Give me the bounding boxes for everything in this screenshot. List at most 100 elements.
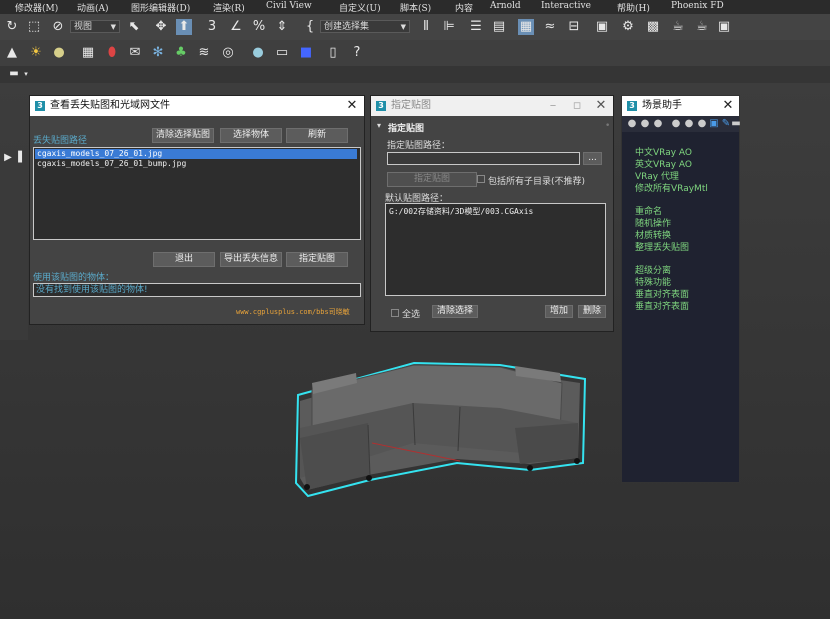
exit-button[interactable]: 退出: [153, 252, 215, 267]
assign-map-button[interactable]: 指定贴图: [387, 172, 477, 187]
frame-buffer-icon[interactable]: ▯: [325, 45, 341, 61]
selection-set-dropdown[interactable]: 创建选择集 ▼: [320, 20, 410, 33]
assign-map-dialog: 3 指定贴图 – ▫ ✕ ▾ 指定贴图 • 指定贴图路径： ... 指定贴图 包…: [370, 95, 614, 332]
maximize-icon[interactable]: ▫: [569, 96, 585, 116]
select-all-label: 全选: [402, 310, 421, 320]
helper-item[interactable]: 整理丢失贴图: [635, 240, 689, 253]
menu-item[interactable]: Phoenix FD: [671, 1, 724, 11]
menu-bar: 修改器(M) 动画(A) 图形编辑器(D) 渲染(R) Civil View 自…: [0, 0, 830, 14]
scene-explorer-icon[interactable]: ▤: [491, 19, 507, 35]
add-button[interactable]: 增加: [545, 305, 573, 318]
menu-item[interactable]: Arnold: [490, 1, 521, 11]
select-object-icon[interactable]: ⬉: [126, 19, 142, 35]
flake-icon[interactable]: ✻: [150, 45, 166, 61]
capsule-icon[interactable]: ⬮: [104, 45, 120, 61]
render-icon[interactable]: ☕: [670, 19, 686, 35]
layer-explorer-icon[interactable]: ☰: [468, 19, 484, 35]
helper-item[interactable]: 修改所有VRayMtl: [635, 181, 708, 194]
menu-item[interactable]: 帮助(H): [617, 1, 650, 14]
select-link-icon[interactable]: ⬚: [26, 19, 42, 35]
align-icon[interactable]: ⊫: [441, 19, 457, 35]
render-iterative-icon[interactable]: ☕: [694, 19, 710, 35]
render-setup-icon[interactable]: ⚙: [620, 19, 636, 35]
collapse-icon[interactable]: ▾: [377, 121, 381, 130]
scene-helper-titlebar[interactable]: 3 场景助手 ✕: [622, 96, 739, 116]
missing-dialog-titlebar[interactable]: 3 查看丢失贴图和光域网文件 ✕: [30, 96, 364, 116]
bind-spacewarp-icon[interactable]: ⊘: [50, 19, 66, 35]
secondary-toolbar: ▲ ☀ ● ▦ ⬮ ✉ ✻ ♣ ≋ ◎ ● ▭ ■ ▯ ?: [0, 40, 830, 66]
move-icon[interactable]: ✥: [153, 19, 169, 35]
refresh-button[interactable]: 刷新: [286, 128, 348, 143]
rollout-title[interactable]: 指定贴图: [388, 121, 424, 134]
select-rotate-icon[interactable]: ⬆: [176, 19, 192, 35]
menu-item[interactable]: 自定义(U): [339, 1, 381, 14]
envelope-icon[interactable]: ✉: [127, 45, 143, 61]
camera-icon[interactable]: ▭: [274, 45, 290, 61]
menu-item[interactable]: 渲染(R): [213, 1, 245, 14]
export-missing-info-button[interactable]: 导出丢失信息: [220, 252, 282, 267]
grid-icon[interactable]: ▦: [80, 45, 96, 61]
circle-icon[interactable]: ●: [650, 116, 666, 132]
teapot-icon[interactable]: ■: [298, 45, 314, 61]
undo-icon[interactable]: ↻: [4, 19, 20, 35]
help-icon[interactable]: ?: [349, 45, 365, 61]
view-dropdown[interactable]: 视图 ▼: [70, 20, 120, 33]
assign-path-input[interactable]: [387, 152, 580, 165]
list-item[interactable]: cgaxis_models_07_26_01_bump.jpg: [37, 159, 186, 169]
menu-item[interactable]: 内容: [455, 1, 473, 14]
sun-icon[interactable]: ☀: [28, 45, 44, 61]
rendered-frame-icon[interactable]: ▩: [645, 19, 661, 35]
fur-icon[interactable]: ≋: [196, 45, 212, 61]
mirror-icon[interactable]: ⫴: [418, 19, 434, 35]
close-icon[interactable]: ✕: [720, 96, 736, 116]
missing-files-list[interactable]: cgaxis_models_07_26_01.jpg cgaxis_models…: [33, 147, 361, 240]
chevron-down-icon[interactable]: ▾: [18, 66, 34, 82]
sphere-icon[interactable]: ●: [250, 45, 266, 61]
menu-item[interactable]: 图形编辑器(D): [131, 1, 190, 14]
select-object-button[interactable]: 选择物体: [220, 128, 282, 143]
sphere-light-icon[interactable]: ●: [51, 45, 67, 61]
include-subdirs-checkbox[interactable]: [477, 175, 485, 183]
ribbon-icon[interactable]: ▦: [518, 19, 534, 35]
delete-button[interactable]: 删除: [578, 305, 606, 318]
scene-helper-title: 场景助手: [642, 100, 682, 111]
using-objects-label: 使用该贴图的物体：: [33, 273, 115, 283]
minimize-icon[interactable]: ▬: [728, 116, 744, 132]
browse-button[interactable]: ...: [583, 152, 602, 165]
assign-map-button[interactable]: 指定贴图: [286, 252, 348, 267]
cone-icon[interactable]: ▲: [4, 45, 20, 61]
clear-selection-button[interactable]: 清除选择: [432, 305, 478, 318]
render-preview-icon[interactable]: ▣: [716, 19, 732, 35]
clear-selected-maps-button[interactable]: 清除选择贴图: [152, 128, 214, 143]
menu-item[interactable]: 动画(A): [77, 1, 109, 14]
app-logo-icon: 3: [35, 101, 45, 111]
spinner-snap-icon[interactable]: ⇕: [274, 19, 290, 35]
default-paths-list[interactable]: G:/002存储资料/3D模型/003.CGAxis: [385, 203, 606, 296]
menu-item[interactable]: Civil View: [266, 1, 312, 11]
list-item[interactable]: G:/002存储资料/3D模型/003.CGAxis: [389, 206, 533, 217]
snap-3d-icon[interactable]: 3: [204, 19, 220, 35]
edit-named-sets-icon[interactable]: {: [302, 19, 318, 35]
assign-dialog-title: 指定贴图: [391, 100, 431, 111]
menu-item[interactable]: 修改器(M): [15, 1, 58, 14]
menu-item[interactable]: Interactive: [541, 1, 591, 11]
using-objects-field: 没有找到使用该贴图的物体!: [33, 283, 361, 297]
close-icon[interactable]: ✕: [344, 96, 360, 116]
assign-dialog-titlebar[interactable]: 3 指定贴图 – ▫ ✕: [371, 96, 613, 116]
minimize-icon[interactable]: –: [545, 96, 561, 116]
list-item-selected[interactable]: cgaxis_models_07_26_01.jpg: [35, 149, 357, 159]
rollout-dot-icon: •: [605, 121, 611, 131]
helper-item[interactable]: 垂直对齐表面: [635, 299, 689, 312]
schematic-view-icon[interactable]: ⊟: [566, 19, 582, 35]
close-icon[interactable]: ✕: [593, 96, 609, 116]
missing-dialog-title: 查看丢失贴图和光域网文件: [50, 100, 170, 111]
pause-icon[interactable]: ▌: [14, 150, 30, 166]
curve-editor-icon[interactable]: ≈: [542, 19, 558, 35]
hdri-icon[interactable]: ◎: [220, 45, 236, 61]
angle-snap-icon[interactable]: ∠: [228, 19, 244, 35]
percent-snap-icon[interactable]: %: [251, 19, 267, 35]
plant-icon[interactable]: ♣: [173, 45, 189, 61]
material-editor-icon[interactable]: ▣: [594, 19, 610, 35]
select-all-checkbox[interactable]: [391, 309, 399, 317]
menu-item[interactable]: 脚本(S): [400, 1, 431, 14]
